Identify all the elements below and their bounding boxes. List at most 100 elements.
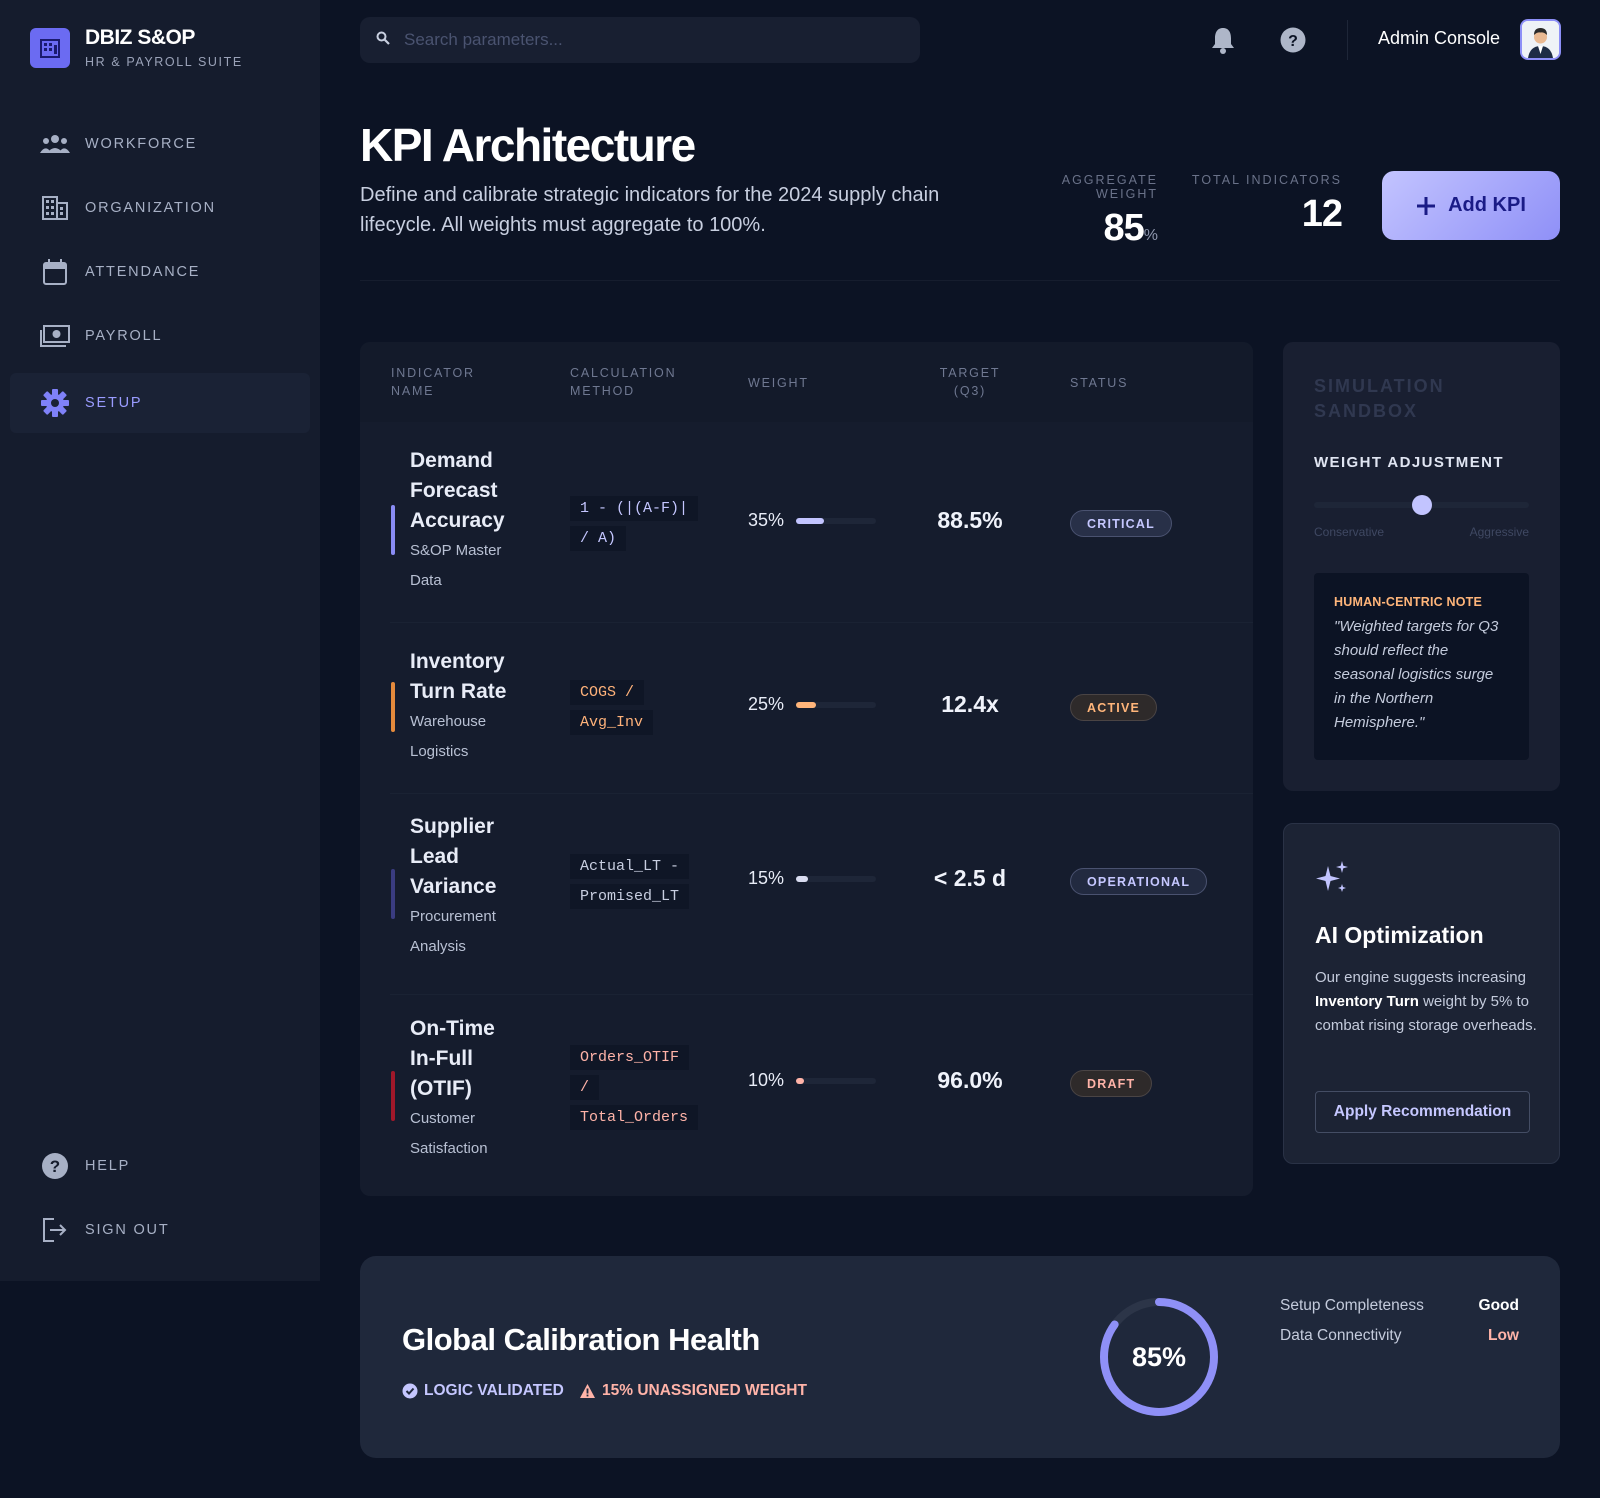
metric-value: Good bbox=[1478, 1297, 1519, 1314]
kpi-source: Procurement Analysis bbox=[410, 908, 496, 955]
help-icon[interactable]: ? bbox=[1277, 22, 1309, 58]
weight-bar bbox=[796, 876, 876, 882]
bell-icon[interactable] bbox=[1207, 22, 1239, 58]
sidebar-item-setup[interactable]: SETUP bbox=[10, 373, 310, 433]
warning-icon bbox=[580, 1384, 595, 1398]
search-input[interactable] bbox=[404, 30, 884, 50]
user-label[interactable]: Admin Console bbox=[1378, 28, 1500, 49]
kpi-name: On-Time In-Full (OTIF) bbox=[410, 1017, 495, 1100]
target-value: < 2.5 d bbox=[933, 865, 1007, 891]
calc-method: Actual_LT - Promised_LT bbox=[570, 852, 690, 912]
add-kpi-button[interactable]: Add KPI bbox=[1382, 171, 1560, 240]
weight-bar-fill bbox=[796, 518, 824, 524]
ring-value: 85% bbox=[1131, 1341, 1187, 1372]
calibration-health-panel: Global Calibration Health LOGIC VALIDATE… bbox=[360, 1256, 1560, 1458]
kpi-source: Warehouse Logistics bbox=[410, 713, 487, 760]
table-header: INDICATOR NAME CALCULATION METHOD WEIGHT T… bbox=[360, 342, 1253, 422]
column-header-name[interactable]: INDICATOR NAME bbox=[391, 364, 475, 400]
check-circle-icon bbox=[402, 1383, 418, 1399]
weight-value: 25% bbox=[748, 694, 785, 714]
target-value: 12.4x bbox=[941, 691, 999, 717]
sidebar-item-label: WORKFORCE bbox=[85, 136, 198, 152]
note-title: HUMAN-CENTRIC NOTE bbox=[1334, 595, 1483, 609]
avatar[interactable] bbox=[1520, 19, 1561, 60]
aggregate-weight-value: 85% bbox=[1103, 207, 1158, 249]
sidebar-item-organization[interactable]: ORGANIZATION bbox=[10, 178, 310, 238]
row-accent bbox=[391, 505, 395, 555]
help-icon: ? bbox=[40, 1151, 70, 1181]
simulation-sandbox: SIMULATION SANDBOX WEIGHT ADJUSTMENT Cons… bbox=[1283, 342, 1560, 791]
sandbox-title: SIMULATION SANDBOX bbox=[1314, 376, 1445, 421]
weight-value: 15% bbox=[748, 868, 785, 888]
svg-text:?: ? bbox=[1288, 33, 1298, 50]
sidebar-item-workforce[interactable]: WORKFORCE bbox=[10, 114, 310, 174]
weight-bar bbox=[796, 1078, 876, 1084]
table-row[interactable]: Inventory Turn Rate Warehouse Logistics CO… bbox=[360, 623, 1253, 793]
sidebar-item-label: SIGN OUT bbox=[85, 1222, 170, 1238]
kpi-source: S&OP Master Data bbox=[410, 542, 502, 589]
calc-method: Orders_OTIF / Total_Orders bbox=[570, 1043, 699, 1133]
sidebar-item-attendance[interactable]: ATTENDANCE bbox=[10, 242, 310, 302]
gear-icon bbox=[40, 388, 70, 418]
unassigned-weight-tag: 15% UNASSIGNED WEIGHT bbox=[579, 1382, 807, 1400]
sidebar: DBIZ S&OP HR & PAYROLL SUITE WORKFORCE O… bbox=[0, 0, 320, 1281]
status-badge: DRAFT bbox=[1070, 1070, 1153, 1097]
add-kpi-label: Add KPI bbox=[1448, 194, 1526, 216]
logic-validated-tag: LOGIC VALIDATED bbox=[402, 1382, 564, 1400]
sidebar-item-sign-out[interactable]: SIGN OUT bbox=[10, 1200, 310, 1260]
ai-optimization-card: AI Optimization Our engine suggests incr… bbox=[1283, 823, 1560, 1164]
calc-method: 1 - (|(A-F)| / A) bbox=[570, 494, 699, 554]
row-accent bbox=[391, 682, 395, 732]
plus-icon bbox=[1417, 196, 1436, 215]
health-title: Global Calibration Health bbox=[402, 1322, 760, 1357]
building-icon bbox=[40, 193, 70, 223]
brand-title: DBIZ S&OP bbox=[85, 26, 195, 49]
target-value: 88.5% bbox=[937, 507, 1003, 533]
calendar-icon bbox=[40, 257, 70, 287]
note-text: "Weighted targets for Q3 should reflect … bbox=[1334, 618, 1499, 731]
weight-value: 10% bbox=[748, 1070, 785, 1090]
kpi-name: Demand Forecast Accuracy bbox=[410, 449, 505, 532]
total-indicators-label: TOTAL INDICATORS bbox=[1191, 173, 1342, 187]
calc-method: COGS / Avg_Inv bbox=[570, 678, 654, 738]
weight-bar-fill bbox=[796, 1078, 804, 1084]
row-accent bbox=[391, 869, 395, 919]
weight-adjustment-label: WEIGHT ADJUSTMENT bbox=[1314, 454, 1504, 471]
column-header-method[interactable]: CALCULATION METHOD bbox=[570, 364, 676, 400]
topbar-divider bbox=[1347, 20, 1348, 60]
ai-title: AI Optimization bbox=[1315, 922, 1484, 948]
slider-min-label: Conservative bbox=[1314, 525, 1385, 539]
sidebar-item-label: SETUP bbox=[85, 395, 143, 411]
sidebar-item-label: ATTENDANCE bbox=[85, 264, 201, 280]
table-row[interactable]: Supplier Lead Variance Procurement Analysis… bbox=[360, 794, 1253, 994]
metric-label: Setup Completeness bbox=[1280, 1297, 1424, 1314]
table-row[interactable]: On-Time In-Full (OTIF) Customer Satisfactio… bbox=[360, 995, 1253, 1195]
metric-label: Data Connectivity bbox=[1280, 1327, 1402, 1344]
column-header-weight[interactable]: WEIGHT bbox=[748, 374, 809, 392]
weight-bar-fill bbox=[796, 876, 808, 882]
cash-icon bbox=[40, 321, 70, 351]
weight-bar-fill bbox=[796, 702, 816, 708]
sidebar-item-payroll[interactable]: PAYROLL bbox=[10, 306, 310, 366]
search-bar[interactable] bbox=[360, 17, 920, 63]
sidebar-item-help[interactable]: ? HELP bbox=[10, 1136, 310, 1196]
sidebar-item-label: HELP bbox=[85, 1158, 131, 1174]
sign-out-icon bbox=[40, 1215, 70, 1245]
aggregate-weight-label: AGGREGATE WEIGHT bbox=[1061, 173, 1158, 201]
header-divider bbox=[360, 280, 1560, 281]
table-row[interactable]: Demand Forecast Accuracy S&OP Master Data 1… bbox=[360, 422, 1253, 622]
total-indicators-stat: TOTAL INDICATORS 12 bbox=[1190, 173, 1343, 236]
weight-slider[interactable] bbox=[1314, 495, 1529, 515]
slider-max-label: Aggressive bbox=[1469, 525, 1529, 539]
kpi-source: Customer Satisfaction bbox=[410, 1110, 488, 1157]
building-logo-icon bbox=[30, 27, 70, 68]
kpi-table: INDICATOR NAME CALCULATION METHOD WEIGHT T… bbox=[360, 342, 1253, 1196]
weight-bar bbox=[796, 702, 876, 708]
apply-recommendation-button[interactable]: Apply Recommendation bbox=[1315, 1091, 1530, 1133]
weight-value: 35% bbox=[748, 510, 785, 530]
column-header-target[interactable]: TARGET (Q3) bbox=[905, 364, 1035, 400]
total-indicators-value: 12 bbox=[1301, 193, 1343, 235]
column-header-status[interactable]: STATUS bbox=[1070, 374, 1128, 392]
slider-handle[interactable] bbox=[1411, 495, 1432, 515]
brand[interactable]: DBIZ S&OP HR & PAYROLL SUITE bbox=[30, 26, 243, 69]
